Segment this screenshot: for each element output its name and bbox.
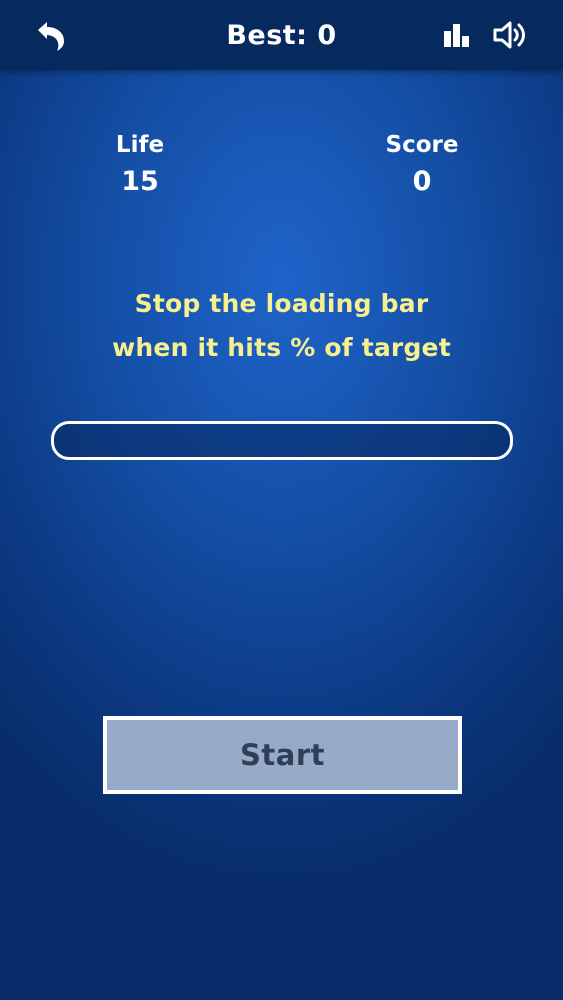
leaderboard-button[interactable] xyxy=(440,20,474,50)
score-value: 0 xyxy=(412,166,432,197)
score-label: Score xyxy=(385,132,459,158)
life-value: 15 xyxy=(121,166,159,197)
speaker-icon xyxy=(493,21,525,49)
sound-button[interactable] xyxy=(489,16,531,54)
best-score-label: Best: 0 xyxy=(226,19,337,51)
top-bar: Best: 0 xyxy=(0,0,563,70)
best-score: Best: 0 xyxy=(0,0,563,70)
score-stat: Score 0 xyxy=(342,130,502,200)
instruction-text: Stop the loading bar when it hits % of t… xyxy=(40,282,523,370)
loading-bar xyxy=(51,421,513,460)
start-button-label: Start xyxy=(240,738,325,772)
back-button[interactable] xyxy=(30,16,72,56)
back-arrow-icon xyxy=(38,22,64,51)
life-label: Life xyxy=(115,132,165,158)
instruction-line-1: Stop the loading bar xyxy=(134,289,429,318)
start-button[interactable]: Start xyxy=(103,716,462,794)
life-stat: Life 15 xyxy=(60,130,220,200)
bar-chart-icon xyxy=(444,24,469,47)
instruction-line-2: when it hits % of target xyxy=(112,333,451,362)
